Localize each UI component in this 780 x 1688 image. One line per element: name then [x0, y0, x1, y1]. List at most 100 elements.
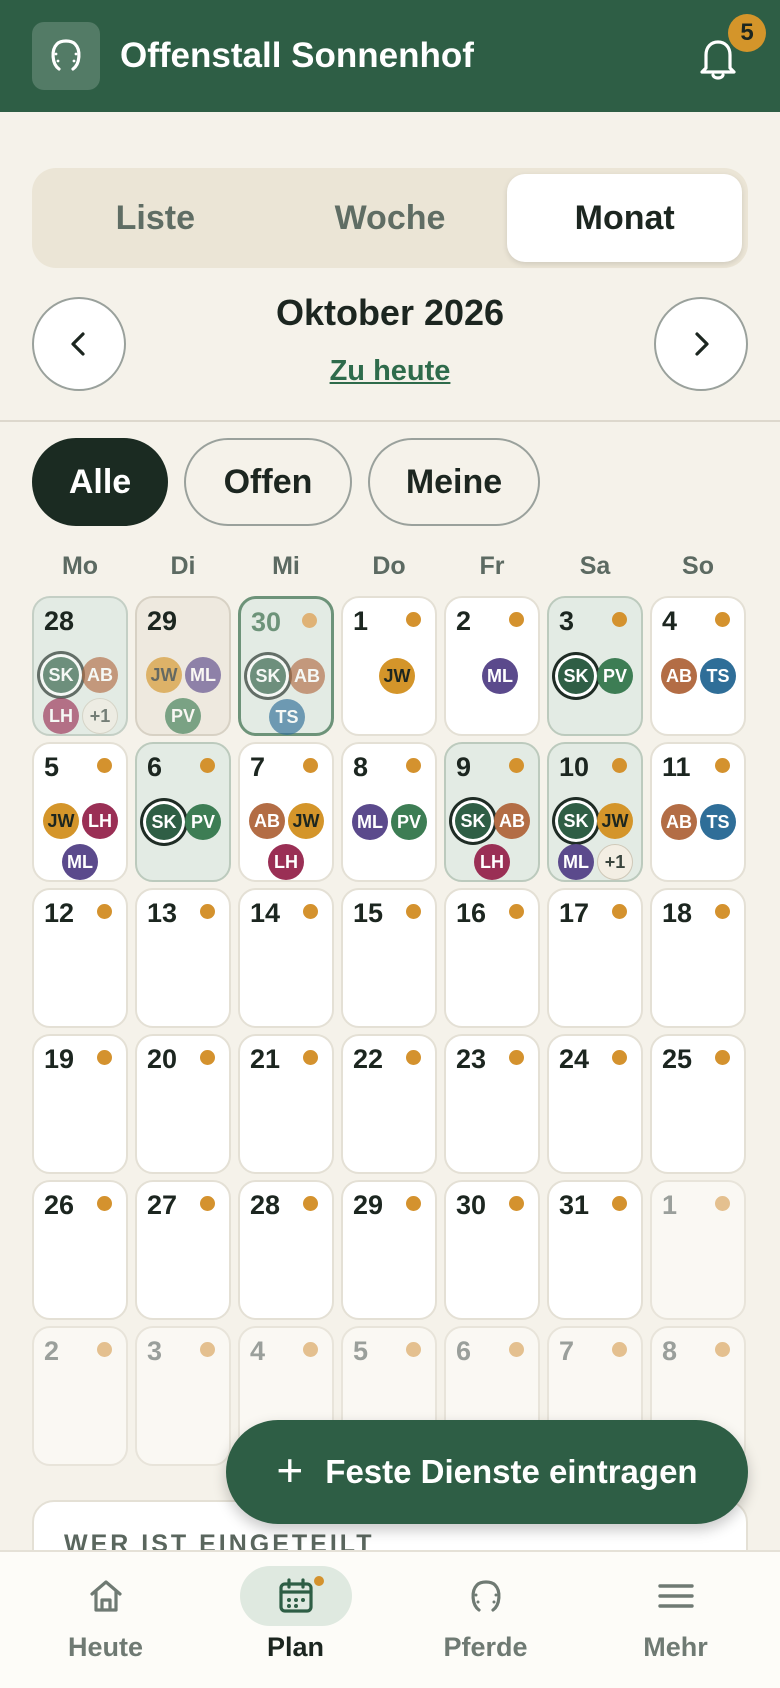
- add-fixed-duties-button[interactable]: + Feste Dienste eintragen: [226, 1420, 748, 1524]
- calendar-day[interactable]: 6 SK PV: [135, 742, 231, 882]
- day-number: 11: [662, 752, 691, 782]
- open-duty-dot: [715, 1196, 730, 1211]
- calendar-day[interactable]: 25: [650, 1034, 746, 1174]
- filter-meine[interactable]: Meine: [368, 438, 540, 526]
- tab-plan-label: Plan: [266, 1632, 325, 1662]
- day-number: 19: [44, 1044, 75, 1074]
- person-avatar: SK: [146, 804, 182, 840]
- calendar-day[interactable]: 8 ML PV: [341, 742, 437, 882]
- day-number: 10: [559, 752, 590, 782]
- more-people-badge: +1: [597, 844, 633, 880]
- day-number: 7: [559, 1336, 575, 1366]
- person-avatar: AB: [661, 658, 697, 694]
- open-duty-dot: [97, 1196, 112, 1211]
- filter-offen[interactable]: Offen: [184, 438, 352, 526]
- person-avatar: SK: [455, 803, 491, 839]
- day-number: 2: [44, 1336, 60, 1366]
- calendar-day[interactable]: 16: [444, 888, 540, 1028]
- calendar-day[interactable]: 2 ML: [444, 596, 540, 736]
- calendar-day[interactable]: 14: [238, 888, 334, 1028]
- calendar-day[interactable]: 27: [135, 1180, 231, 1320]
- day-number: 8: [662, 1336, 678, 1366]
- calendar-day[interactable]: 17: [547, 888, 643, 1028]
- open-duty-dot: [612, 1342, 627, 1357]
- day-number: 6: [456, 1336, 472, 1366]
- person-avatar: PV: [165, 698, 201, 734]
- calendar-day[interactable]: 24: [547, 1034, 643, 1174]
- tab-mehr[interactable]: Mehr: [578, 1552, 773, 1688]
- calendar-day[interactable]: 3 SK PV: [547, 596, 643, 736]
- day-number: 31: [559, 1190, 590, 1220]
- divider: [0, 420, 780, 422]
- day-number: 6: [147, 752, 163, 782]
- calendar-day[interactable]: 28 SK AB LH +1: [32, 596, 128, 736]
- open-duty-dot: [406, 612, 421, 627]
- more-people-badge: +1: [82, 698, 118, 734]
- day-number: 5: [44, 752, 60, 782]
- calendar-day[interactable]: 10 SK JW ML +1: [547, 742, 643, 882]
- calendar-day[interactable]: 1: [650, 1180, 746, 1320]
- person-avatar: ML: [62, 844, 98, 880]
- tab-woche[interactable]: Woche: [273, 174, 508, 262]
- calendar-day[interactable]: 7 AB JW LH: [238, 742, 334, 882]
- filter-alle[interactable]: Alle: [32, 438, 168, 526]
- open-duty-dot: [612, 1196, 627, 1211]
- weekday-label: Mi: [272, 552, 300, 580]
- open-duty-dot: [200, 1050, 215, 1065]
- person-avatar: AB: [661, 804, 697, 840]
- calendar-day[interactable]: 21: [238, 1034, 334, 1174]
- calendar-day[interactable]: 29: [341, 1180, 437, 1320]
- day-number: 25: [662, 1044, 693, 1074]
- notification-badge: 5: [728, 14, 766, 52]
- calendar-day[interactable]: 3: [135, 1326, 231, 1466]
- open-duty-dot: [97, 1342, 112, 1357]
- calendar-day[interactable]: 28: [238, 1180, 334, 1320]
- open-duty-dot: [200, 904, 215, 919]
- calendar-day[interactable]: 1 JW: [341, 596, 437, 736]
- calendar-day[interactable]: 30 SK AB TS: [238, 596, 334, 736]
- calendar-day[interactable]: 19: [32, 1034, 128, 1174]
- tab-heute[interactable]: Heute: [8, 1552, 203, 1688]
- person-avatar: JW: [597, 803, 633, 839]
- tab-liste[interactable]: Liste: [38, 174, 273, 262]
- person-avatar: SK: [558, 803, 594, 839]
- day-number: 4: [662, 606, 678, 636]
- calendar-day[interactable]: 9 SK AB LH: [444, 742, 540, 882]
- next-month-button[interactable]: [654, 297, 748, 391]
- calendar-day[interactable]: 23: [444, 1034, 540, 1174]
- tab-plan[interactable]: Plan: [198, 1552, 393, 1688]
- calendar-day[interactable]: 18: [650, 888, 746, 1028]
- calendar-day[interactable]: 26: [32, 1180, 128, 1320]
- calendar-day[interactable]: 5 JW LH ML: [32, 742, 128, 882]
- person-avatar: AB: [289, 658, 325, 694]
- calendar-day[interactable]: 31: [547, 1180, 643, 1320]
- day-number: 8: [353, 752, 369, 782]
- calendar-day[interactable]: 29 JW ML PV: [135, 596, 231, 736]
- day-number: 12: [44, 898, 75, 928]
- tab-pferde[interactable]: Pferde: [388, 1552, 583, 1688]
- calendar-day[interactable]: 30: [444, 1180, 540, 1320]
- open-duty-dot: [715, 612, 730, 627]
- open-duty-dot: [612, 1050, 627, 1065]
- tab-monat[interactable]: Monat: [507, 174, 743, 262]
- person-avatar: JW: [43, 803, 79, 839]
- calendar-day[interactable]: 4 AB TS: [650, 596, 746, 736]
- calendar-day[interactable]: 22: [341, 1034, 437, 1174]
- day-number: 28: [44, 606, 75, 636]
- open-duty-dot: [303, 758, 318, 773]
- day-number: 3: [147, 1336, 163, 1366]
- calendar-day[interactable]: 15: [341, 888, 437, 1028]
- calendar-day[interactable]: 13: [135, 888, 231, 1028]
- open-duty-dot: [715, 1342, 730, 1357]
- open-duty-dot: [97, 904, 112, 919]
- open-duty-dot: [200, 1342, 215, 1357]
- day-number: 16: [456, 898, 487, 928]
- day-number: 17: [559, 898, 590, 928]
- person-avatar: SK: [558, 658, 594, 694]
- calendar-day[interactable]: 20: [135, 1034, 231, 1174]
- calendar-day[interactable]: 12: [32, 888, 128, 1028]
- calendar-day[interactable]: 2: [32, 1326, 128, 1466]
- day-number: 18: [662, 898, 693, 928]
- open-duty-dot: [303, 1196, 318, 1211]
- calendar-day[interactable]: 11 AB TS: [650, 742, 746, 882]
